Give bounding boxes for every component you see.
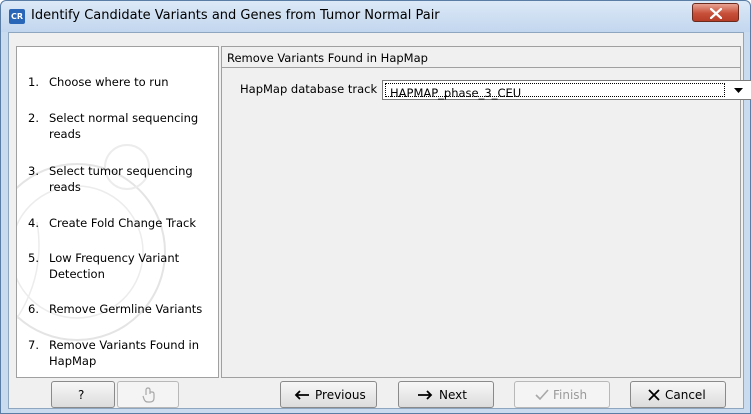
- step-label: Remove Germline Variants: [49, 302, 203, 316]
- close-button[interactable]: [692, 3, 739, 22]
- reset-button[interactable]: [117, 381, 179, 408]
- step-label: Choose where to run: [49, 75, 169, 89]
- arrow-left-icon: [294, 390, 309, 400]
- step-number: 2.: [28, 111, 39, 125]
- section-divider: [222, 67, 740, 68]
- step-number: 5.: [28, 251, 39, 265]
- finish-label: Finish: [553, 388, 588, 402]
- hapmap-track-select[interactable]: HAPMAP_phase_3_CEU: [382, 80, 751, 100]
- dialog-client: 1. Choose where to run 2. Select normal …: [8, 32, 751, 409]
- cancel-label: Cancel: [665, 388, 706, 402]
- previous-button[interactable]: Previous: [280, 381, 377, 408]
- arrow-right-icon: [418, 390, 433, 400]
- hapmap-track-value: HAPMAP_phase_3_CEU: [390, 86, 522, 100]
- hapmap-track-label: HapMap database track: [240, 82, 378, 96]
- next-label: Next: [439, 388, 467, 402]
- help-label: ?: [78, 388, 85, 402]
- cancel-x-icon: [648, 389, 660, 401]
- previous-label: Previous: [315, 388, 366, 402]
- close-icon: [710, 8, 722, 19]
- help-button[interactable]: ?: [51, 381, 115, 408]
- step-label: Remove Variants Found in HapMap: [49, 338, 200, 368]
- wizard-window: CR Identify Candidate Variants and Genes…: [0, 0, 751, 414]
- section-title: Remove Variants Found in HapMap: [227, 51, 428, 65]
- reset-icon: [142, 387, 155, 403]
- steps-panel: 1. Choose where to run 2. Select normal …: [16, 46, 219, 378]
- focus-outline: HAPMAP_phase_3_CEU: [385, 83, 725, 100]
- step-number: 7.: [28, 338, 39, 352]
- step-label: Low Frequency Variant Detection: [49, 251, 180, 281]
- content-panel: Remove Variants Found in HapMap HapMap d…: [221, 46, 751, 378]
- next-button[interactable]: Next: [398, 381, 494, 408]
- window-title: Identify Candidate Variants and Genes fr…: [31, 8, 440, 23]
- cancel-button[interactable]: Cancel: [630, 381, 726, 408]
- step-number: 6.: [28, 302, 39, 316]
- step-number: 3.: [28, 164, 39, 178]
- step-label: Create Fold Change Track: [49, 216, 197, 230]
- step-number: 4.: [28, 216, 39, 230]
- chevron-down-icon[interactable]: [734, 88, 743, 93]
- step-label: Select normal sequencing reads: [49, 111, 199, 141]
- app-logo-icon: CR: [9, 9, 25, 24]
- title-bar: CR Identify Candidate Variants and Genes…: [1, 1, 750, 32]
- step-label: Select tumor sequencing reads: [49, 164, 193, 194]
- finish-button[interactable]: Finish: [514, 381, 610, 408]
- checkmark-icon: [535, 389, 549, 401]
- step-number: 1.: [28, 75, 39, 89]
